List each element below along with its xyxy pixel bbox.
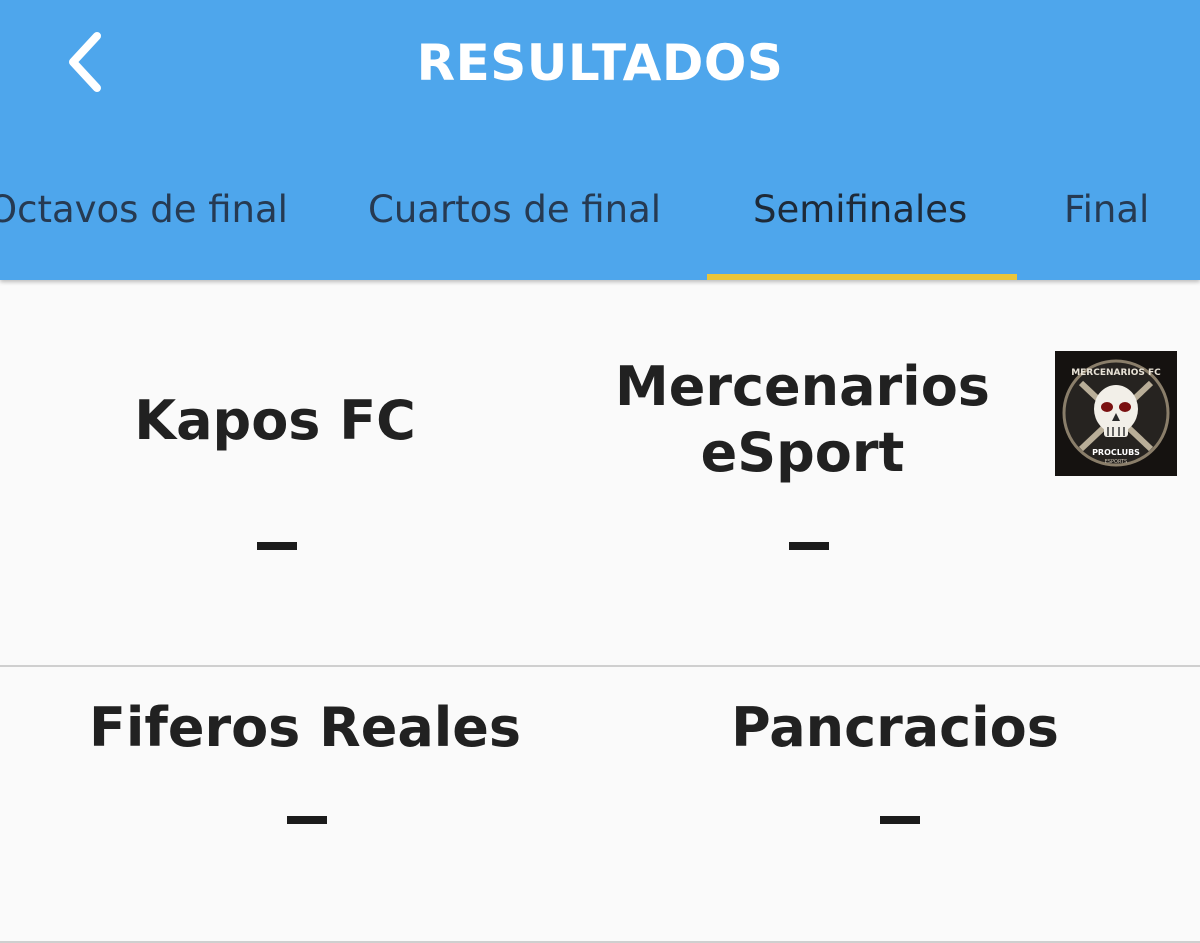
skull-logo-icon: MERCENARIOS FC PROCLUBS ESPORTS: [1062, 359, 1170, 467]
app-bar: RESULTADOS Octavos de final Cuartos de f…: [0, 0, 1200, 280]
logo-subtext-2: ESPORTS: [1105, 459, 1128, 465]
match-card[interactable]: Fiferos Reales Pancracios: [0, 667, 1200, 941]
home-team-name: Kapos FC: [134, 389, 416, 452]
tab-cuartos-de-final[interactable]: Cuartos de final: [368, 184, 661, 236]
tab-octavos-de-final[interactable]: Octavos de final: [0, 184, 288, 236]
away-team-score: [880, 816, 920, 824]
away-team-name: Mercenarios eSport: [615, 355, 990, 484]
logo-subtext: PROCLUBS: [1092, 448, 1140, 457]
tab-final[interactable]: Final: [1064, 184, 1149, 236]
home-team-score: [287, 816, 327, 824]
away-team-name: Pancracios: [731, 696, 1059, 759]
logo-text: MERCENARIOS FC: [1071, 368, 1161, 378]
tab-semifinales[interactable]: Semifinales: [753, 184, 967, 236]
team-logo: MERCENARIOS FC PROCLUBS ESPORTS: [1055, 351, 1177, 476]
home-team-score: [257, 542, 297, 550]
match-card[interactable]: Kapos FC Mercenarios eSport: [0, 280, 1200, 666]
page-title: RESULTADOS: [416, 34, 784, 92]
home-team-name: Fiferos Reales: [88, 696, 522, 759]
away-team-score: [789, 542, 829, 550]
